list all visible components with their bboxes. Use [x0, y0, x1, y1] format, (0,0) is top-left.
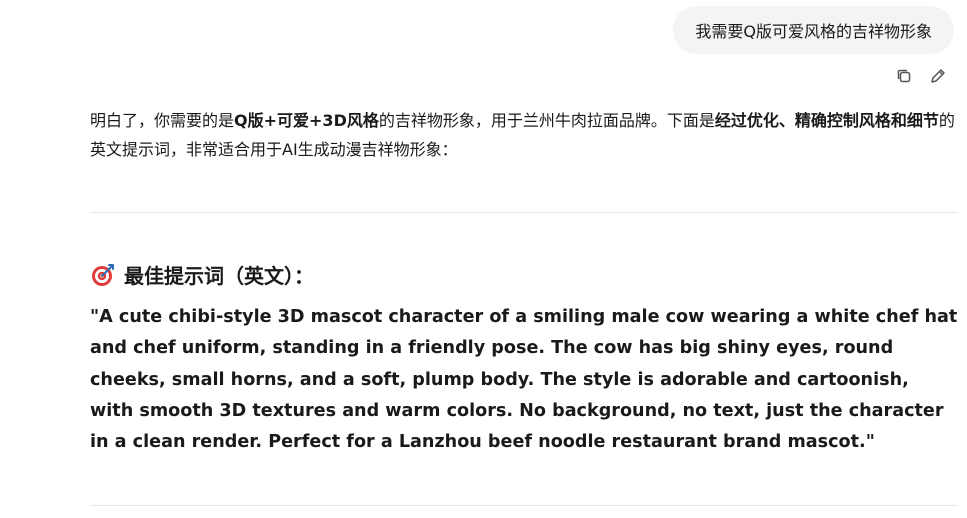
- chat-page: 我需要Q版可爱风格的吉祥物形象 明白了，你需要的是Q版+可爱+3D风格的吉祥物形…: [0, 0, 967, 518]
- user-message-text: 我需要Q版可爱风格的吉祥物形象: [695, 22, 932, 41]
- edit-icon[interactable]: [929, 67, 947, 85]
- section-title-text: 最佳提示词（英文）：: [124, 264, 314, 288]
- copy-icon[interactable]: [895, 67, 913, 85]
- intro-text-1: 明白了，你需要的是: [90, 111, 235, 130]
- bottom-divider: [90, 505, 958, 506]
- intro-bold-1: Q版+可爱+3D风格: [234, 111, 379, 130]
- user-message-bubble: 我需要Q版可爱风格的吉祥物形象: [673, 6, 954, 54]
- target-icon: [90, 262, 116, 288]
- section-heading: 最佳提示词（英文）：: [90, 260, 314, 289]
- section-divider: [90, 212, 958, 213]
- intro-text-2: 的吉祥物形象，用于兰州牛肉拉面品牌。下面是: [378, 111, 715, 130]
- intro-bold-2: 经过优化、精确控制风格和细节: [714, 111, 939, 130]
- prompt-text: "A cute chibi-style 3D mascot character …: [90, 307, 958, 453]
- assistant-message: 明白了，你需要的是Q版+可爱+3D风格的吉祥物形象，用于兰州牛肉拉面品牌。下面是…: [90, 106, 960, 164]
- assistant-intro: 明白了，你需要的是Q版+可爱+3D风格的吉祥物形象，用于兰州牛肉拉面品牌。下面是…: [90, 106, 960, 164]
- message-actions: [895, 67, 947, 85]
